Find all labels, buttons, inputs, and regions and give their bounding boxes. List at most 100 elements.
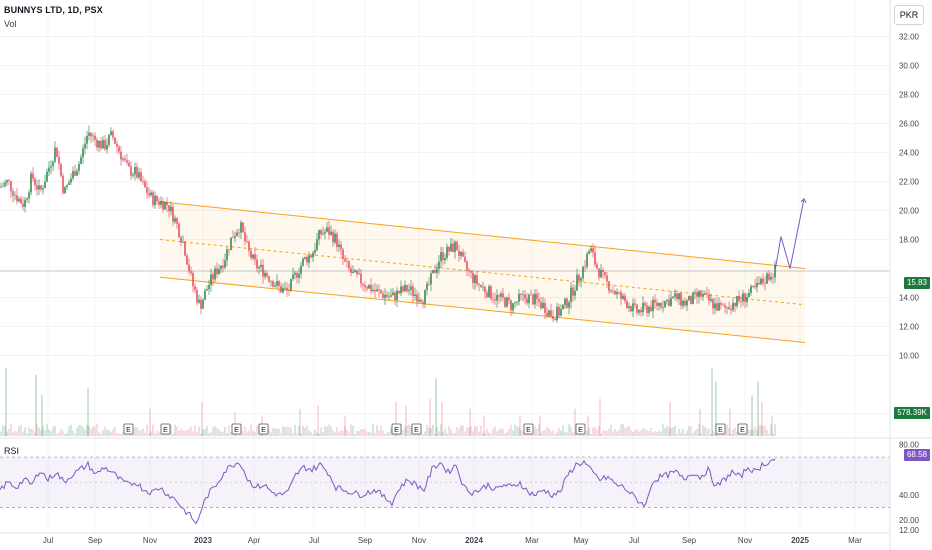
candle-body [64,187,66,193]
volume-bar [242,430,244,436]
volume-bar [514,424,516,436]
candle-body [764,282,766,284]
candle-body [162,201,164,210]
candle-body [384,294,386,298]
volume-bar [458,428,460,436]
volume-bar [22,431,24,436]
candle-body [276,281,278,286]
candle-body [120,151,122,160]
volume-spike [699,408,701,436]
candle-body [594,252,596,265]
candle-body [364,285,366,288]
candle-body [102,139,104,149]
volume-bar [660,431,662,436]
volume-bar [774,424,776,436]
candle-body [760,278,762,285]
rsi-label: RSI [4,446,20,456]
candle-body [706,293,708,295]
volume-bar [70,424,72,436]
candle-body [690,295,692,304]
y-tick-label: 10.00 [899,352,920,361]
candle-body [58,156,60,164]
volume-bar [422,433,424,436]
volume-bar [140,430,142,436]
volume-bar [552,430,554,436]
volume-bar [102,430,104,436]
candle-body [206,289,208,291]
candle-body [270,281,272,282]
candle-body [108,135,110,145]
volume-bar [456,427,458,436]
volume-bar [594,427,596,436]
volume-bar [304,427,306,436]
candle-body [164,202,166,210]
volume-bar [690,426,692,436]
volume-bar [684,433,686,436]
candle-body [204,290,206,300]
candle-body [680,293,682,306]
candle-body [460,251,462,256]
volume-bar [72,430,74,436]
candle-body [500,293,502,297]
candle-body [714,303,716,309]
candle-body [696,292,698,297]
candle-body [40,185,42,190]
candle-body [330,231,332,235]
y-tick-label: 26.00 [899,120,920,129]
volume-bar [572,432,574,436]
volume-bar [46,424,48,436]
candle-body [360,273,362,284]
candle-body [734,302,736,307]
candle-body [84,143,86,149]
candle-body [34,178,36,186]
volume-bar [644,429,646,436]
volume-bar [108,429,110,436]
candle-body [368,285,370,289]
volume-bar [320,427,322,436]
candle-body [316,239,318,250]
candle-body [80,157,82,164]
volume-bar [362,429,364,436]
candle-body [278,281,280,286]
candle-body [166,202,168,206]
candle-body [124,158,126,161]
candle-body [574,290,576,296]
candle-body [74,171,76,176]
candle-body [754,285,756,288]
candle-body [676,293,678,300]
rsi-tick-label: 20.00 [899,516,920,525]
volume-bar [354,433,356,436]
candle-body [242,222,244,233]
volume-bar [96,424,98,436]
candle-body [588,251,590,254]
candle-body [136,166,138,178]
volume-bar [100,433,102,436]
volume-bar [92,426,94,436]
candle-body [178,223,180,238]
y-tick-label: 22.00 [899,178,920,187]
candle-body [310,255,312,258]
candle-body [442,252,444,261]
candle-body [150,192,152,196]
candle-body [628,306,630,308]
volume-spike [469,408,471,436]
candle-body [568,302,570,308]
y-tick-label: 28.00 [899,91,920,100]
candle-body [488,286,490,298]
volume-bar [634,430,636,436]
volume-bar [432,424,434,436]
candle-body [526,298,528,304]
rsi-value-tag: 68.58 [903,449,930,461]
currency-button[interactable]: PKR [894,5,924,25]
volume-spike [435,378,437,436]
rsi-tick-label: 40.00 [899,491,920,500]
volume-bar [570,427,572,436]
candle-body [392,292,394,296]
candle-body [564,298,566,305]
candle-body [566,298,568,308]
volume-bar [558,427,560,436]
volume-spike [149,408,151,436]
candle-body [156,195,158,202]
volume-bar [342,431,344,436]
volume-bar [340,429,342,436]
